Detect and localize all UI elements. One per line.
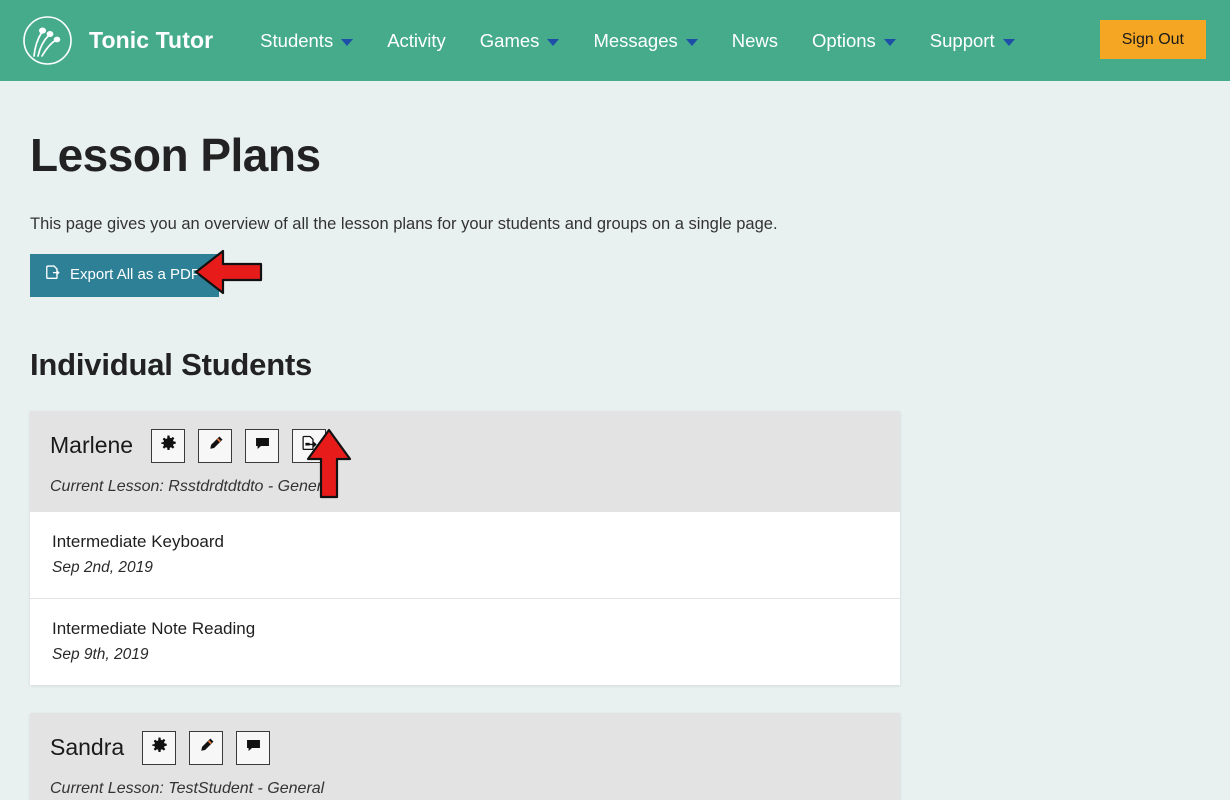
student-name: Sandra [50, 734, 124, 761]
nav-label: Options [812, 30, 876, 52]
export-all-label: Export All as a PDF [70, 267, 200, 284]
lesson-date: Sep 2nd, 2019 [52, 559, 878, 577]
nav-item-support[interactable]: Support [913, 24, 1032, 58]
chevron-down-icon [547, 39, 559, 46]
student-card-header: Sandra [30, 713, 900, 800]
gear-icon [151, 737, 168, 759]
nav-item-messages[interactable]: Messages [576, 24, 714, 58]
nav-item-students[interactable]: Students [243, 24, 370, 58]
student-message-button[interactable] [245, 429, 279, 463]
top-navigation-bar: Tonic Tutor Students Activity Games Mess… [0, 0, 1230, 81]
student-header-row: Marlene [50, 429, 880, 463]
lesson-row[interactable]: Intermediate Note Reading Sep 9th, 2019 [30, 598, 900, 685]
chevron-down-icon [884, 39, 896, 46]
student-current-lesson: Current Lesson: TestStudent - General [50, 780, 880, 798]
nav-label: Games [480, 30, 540, 52]
sign-out-button[interactable]: Sign Out [1100, 20, 1206, 59]
pencil-icon [198, 737, 215, 759]
student-current-lesson: Current Lesson: Rsstdrdtdtdto - General [50, 478, 880, 496]
student-card: Marlene [30, 411, 900, 685]
export-all-as-pdf-button[interactable]: Export All as a PDF [30, 254, 219, 297]
main-menu: Students Activity Games Messages News Op… [243, 24, 1031, 58]
nav-item-activity[interactable]: Activity [370, 24, 463, 58]
gear-icon [160, 435, 177, 457]
student-settings-button[interactable] [142, 731, 176, 765]
nav-label: Students [260, 30, 333, 52]
student-export-pdf-button[interactable] [292, 429, 326, 463]
lesson-title: Intermediate Note Reading [52, 619, 878, 639]
speech-bubble-icon [245, 737, 262, 759]
nav-item-games[interactable]: Games [463, 24, 577, 58]
page-content: Lesson Plans This page gives you an over… [0, 128, 1230, 800]
student-card: Sandra [30, 713, 900, 800]
student-edit-button[interactable] [198, 429, 232, 463]
tonic-tutor-circle-logo-icon [22, 15, 73, 66]
lesson-row[interactable]: Intermediate Keyboard Sep 2nd, 2019 [30, 511, 900, 598]
nav-item-news[interactable]: News [715, 24, 795, 58]
student-message-button[interactable] [236, 731, 270, 765]
file-export-icon [45, 265, 61, 286]
student-name: Marlene [50, 432, 133, 459]
student-header-row: Sandra [50, 731, 880, 765]
speech-bubble-icon [254, 435, 271, 457]
chevron-down-icon [686, 39, 698, 46]
page-description: This page gives you an overview of all t… [30, 215, 1200, 234]
lesson-date: Sep 9th, 2019 [52, 646, 878, 664]
nav-item-options[interactable]: Options [795, 24, 913, 58]
file-export-icon [301, 435, 318, 457]
brand-name: Tonic Tutor [89, 27, 213, 54]
student-settings-button[interactable] [151, 429, 185, 463]
chevron-down-icon [341, 39, 353, 46]
nav-label: News [732, 30, 778, 52]
individual-students-heading: Individual Students [30, 347, 1200, 383]
brand-group[interactable]: Tonic Tutor [22, 15, 213, 66]
nav-label: Activity [387, 30, 446, 52]
lesson-title: Intermediate Keyboard [52, 532, 878, 552]
nav-label: Messages [593, 30, 677, 52]
student-card-header: Marlene [30, 411, 900, 511]
student-edit-button[interactable] [189, 731, 223, 765]
nav-label: Support [930, 30, 995, 52]
chevron-down-icon [1003, 39, 1015, 46]
page-title: Lesson Plans [30, 128, 1200, 182]
pencil-icon [207, 435, 224, 457]
